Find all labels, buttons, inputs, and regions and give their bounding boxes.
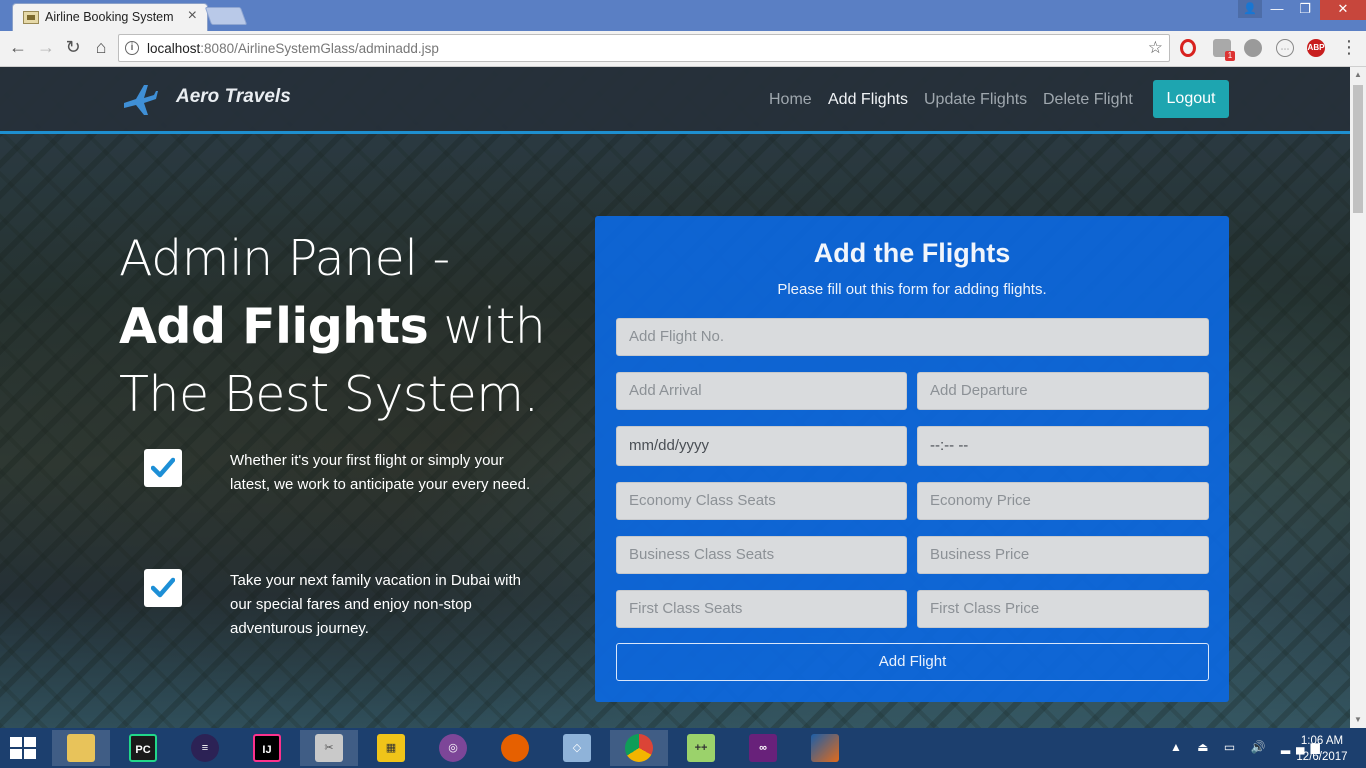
chrome-icon [625, 734, 653, 762]
browser-tab-strip: Airline Booking System × 👤 — ❐ ✕ [0, 0, 1366, 31]
form-subtitle: Please fill out this form for adding fli… [777, 281, 1047, 298]
business-seats-input[interactable]: Business Class Seats [616, 536, 907, 574]
pycharm-icon: PC [129, 734, 157, 762]
forward-arrow-icon[interactable]: → [35, 37, 57, 58]
new-tab-button[interactable] [204, 7, 248, 25]
close-window-button[interactable]: ✕ [1320, 0, 1366, 20]
address-bar[interactable]: i localhost:8080/AirlineSystemGlass/admi… [118, 34, 1170, 62]
first-class-seats-input[interactable]: First Class Seats [616, 590, 907, 628]
hero-heading: Admin Panel - Add Flights with The Best … [119, 230, 546, 423]
adblock-plus-icon[interactable]: ABP [1307, 39, 1325, 57]
departure-input[interactable]: Add Departure [917, 372, 1209, 410]
page-favicon-icon [23, 11, 39, 24]
url-text: localhost:8080/AirlineSystemGlass/admina… [147, 41, 439, 56]
tools-icon: ✂ [315, 734, 343, 762]
nav-add-flights-link[interactable]: Add Flights [828, 91, 908, 109]
arrival-input[interactable]: Add Arrival [616, 372, 907, 410]
airplane-logo-icon [124, 85, 158, 115]
eclipse-icon: ≡ [191, 734, 219, 762]
brand-name[interactable]: Aero Travels [176, 86, 291, 108]
add-flight-button[interactable]: Add Flight [616, 643, 1209, 681]
circle-extension-icon[interactable]: ⋯ [1276, 39, 1294, 57]
first-class-price-input[interactable]: First Class Price [917, 590, 1209, 628]
bookmark-star-icon[interactable]: ☆ [1148, 38, 1163, 58]
taskbar-matlab[interactable] [796, 730, 854, 766]
feature-text: Whether it's your first flight or simply… [230, 452, 531, 493]
opera-extension-icon[interactable] [1180, 39, 1196, 57]
taskbar-intellij[interactable]: IJ [238, 730, 296, 766]
form-title: Add the Flights [813, 238, 1011, 268]
tor-browser-icon: ◎ [439, 734, 467, 762]
taskbar-clock[interactable]: 1:06 AM 12/6/2017 [1290, 733, 1354, 765]
intellij-icon: IJ [253, 734, 281, 762]
economy-seats-input[interactable]: Economy Class Seats [616, 482, 907, 520]
file-explorer-icon [67, 734, 95, 762]
windows-taskbar: PC ≡ IJ ✂ ▦ ◎ ◇ ++ ∞ ▲ ⏏ ▭ 🔊 ▂▄▆ 1:06 AM… [0, 728, 1366, 768]
page-scrollbar[interactable]: ▲ ▼ [1350, 67, 1366, 728]
taskbar-file-explorer[interactable] [52, 730, 110, 766]
matlab-icon [811, 734, 839, 762]
cloud-extension-icon[interactable] [1244, 39, 1262, 57]
browser-toolbar: ← → ↻ ⌂ i localhost:8080/AirlineSystemGl… [0, 31, 1366, 67]
browser-menu-icon[interactable]: ⋮ [1340, 37, 1358, 58]
taskbar-chrome[interactable] [610, 730, 668, 766]
time-input[interactable]: --:-- -- [917, 426, 1209, 466]
checkmark-icon [144, 569, 182, 607]
taskbar-eclipse[interactable]: ≡ [176, 730, 234, 766]
taskbar-tor-browser[interactable]: ◎ [424, 730, 482, 766]
shield-extension-icon[interactable]: 1 [1213, 39, 1235, 61]
economy-price-input[interactable]: Economy Price [917, 482, 1209, 520]
minimize-button[interactable]: — [1263, 0, 1291, 20]
firefox-icon [501, 734, 529, 762]
restore-button[interactable]: ❐ [1291, 0, 1319, 20]
site-info-icon[interactable]: i [125, 41, 139, 55]
user-profile-icon[interactable]: 👤 [1238, 0, 1262, 18]
page-background: Aero Travels Home Add Flights Update Fli… [0, 67, 1350, 728]
notepad-plus-plus-icon: ++ [687, 734, 715, 762]
scrollbar-thumb[interactable] [1353, 85, 1363, 213]
scroll-down-icon[interactable]: ▼ [1350, 712, 1366, 728]
taskbar-virtualbox[interactable]: ◇ [548, 730, 606, 766]
add-flight-form: Add the Flights Please fill out this for… [595, 216, 1229, 702]
taskbar-tools[interactable]: ✂ [300, 730, 358, 766]
reload-icon[interactable]: ↻ [62, 37, 84, 58]
toolbox-icon: ▦ [377, 734, 405, 762]
flight-no-input[interactable]: Add Flight No. [616, 318, 1209, 356]
visual-studio-icon: ∞ [749, 734, 777, 762]
taskbar-notepad-plus-plus[interactable]: ++ [672, 730, 730, 766]
nav-home-link[interactable]: Home [769, 91, 812, 109]
back-arrow-icon[interactable]: ← [7, 37, 29, 58]
checkmark-icon [144, 449, 182, 487]
nav-update-flights-link[interactable]: Update Flights [924, 91, 1027, 109]
taskbar-toolbox[interactable]: ▦ [362, 730, 420, 766]
tab-title: Airline Booking System [45, 10, 174, 24]
close-tab-icon[interactable]: × [188, 7, 197, 25]
site-navbar: Aero Travels Home Add Flights Update Fli… [0, 67, 1350, 134]
browser-tab[interactable]: Airline Booking System × [12, 3, 208, 31]
taskbar-firefox[interactable] [486, 730, 544, 766]
scroll-up-icon[interactable]: ▲ [1350, 67, 1366, 83]
feature-text: Take your next family vacation in Dubai … [230, 572, 521, 637]
clock-date: 12/6/2017 [1296, 751, 1348, 763]
home-icon[interactable]: ⌂ [90, 37, 112, 58]
taskbar-visual-studio[interactable]: ∞ [734, 730, 792, 766]
business-price-input[interactable]: Business Price [917, 536, 1209, 574]
nav-delete-flight-link[interactable]: Delete Flight [1043, 91, 1133, 109]
clock-time: 1:06 AM [1300, 735, 1344, 747]
windows-start-icon[interactable] [10, 737, 38, 761]
logout-button[interactable]: Logout [1153, 80, 1229, 118]
taskbar-pycharm[interactable]: PC [114, 730, 172, 766]
date-input[interactable]: mm/dd/yyyy [616, 426, 907, 466]
virtualbox-icon: ◇ [563, 734, 591, 762]
